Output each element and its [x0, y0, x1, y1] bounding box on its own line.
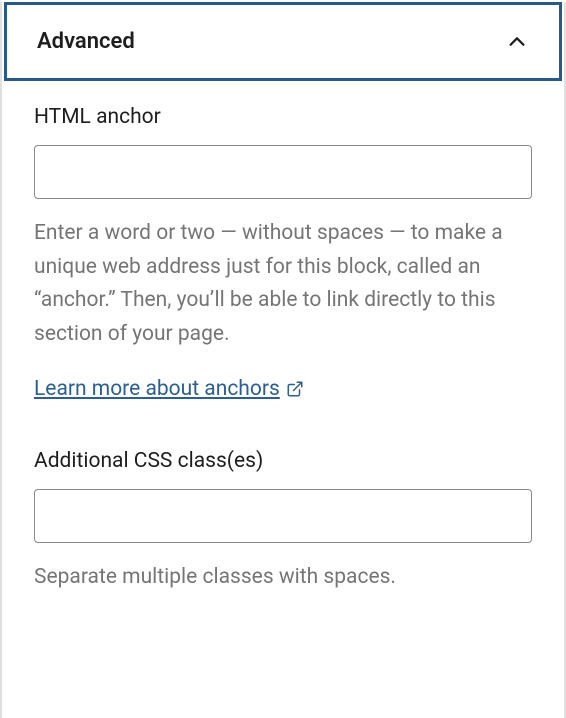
- additional-css-help: Separate multiple classes with spaces.: [34, 561, 532, 595]
- chevron-up-icon: [505, 30, 529, 54]
- learn-more-anchors-text: Learn more about anchors: [34, 377, 280, 401]
- advanced-panel-toggle[interactable]: Advanced: [4, 2, 562, 81]
- external-link-icon: [286, 380, 304, 398]
- additional-css-input[interactable]: [34, 489, 532, 543]
- learn-more-anchors-link[interactable]: Learn more about anchors: [34, 377, 304, 401]
- additional-css-label: Additional CSS class(es): [34, 449, 532, 473]
- html-anchor-help: Enter a word or two — without spaces — t…: [34, 217, 532, 351]
- advanced-panel-body: HTML anchor Enter a word or two — withou…: [2, 81, 564, 627]
- panel-title: Advanced: [37, 29, 135, 54]
- html-anchor-input[interactable]: [34, 145, 532, 199]
- html-anchor-label: HTML anchor: [34, 105, 532, 129]
